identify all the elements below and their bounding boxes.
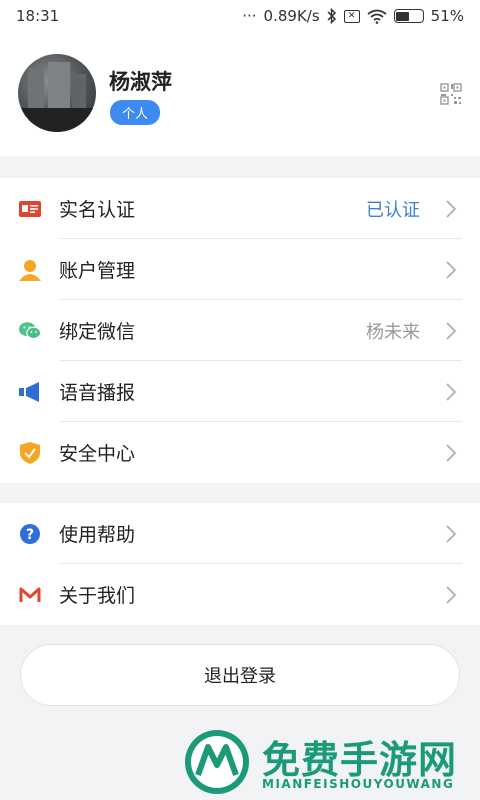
notification-dots: ···: [242, 7, 257, 25]
menu-row-help[interactable]: ? 使用帮助: [0, 503, 480, 564]
status-time: 18:31: [16, 7, 60, 25]
svg-text:?: ?: [26, 527, 34, 543]
menu-row-voice[interactable]: 语音播报: [0, 361, 480, 422]
wechat-bound-name: 杨未来: [366, 321, 420, 343]
chevron-right-icon: [446, 260, 457, 279]
chevron-right-icon: [446, 585, 457, 604]
settings-group-2: ? 使用帮助 关于我们: [0, 503, 480, 625]
settings-group-1: 实名认证 已认证 账户管理 绑定微信 杨未来 语音播报 安全中心: [0, 178, 480, 483]
chevron-right-icon: [446, 443, 457, 462]
chevron-right-icon: [446, 199, 457, 218]
profile-header[interactable]: 杨淑萍 个人: [0, 32, 480, 156]
verified-status: 已认证: [366, 199, 420, 221]
chevron-right-icon: [446, 321, 457, 340]
menu-label: 使用帮助: [59, 524, 136, 546]
chevron-right-icon: [446, 524, 457, 543]
chevron-right-icon: [446, 382, 457, 401]
wechat-icon: [19, 320, 41, 342]
menu-label: 账户管理: [59, 260, 136, 282]
menu-label: 实名认证: [59, 199, 136, 221]
id-card-icon: [19, 198, 41, 220]
account-type-badge: 个人: [110, 100, 161, 125]
menu-label: 安全中心: [59, 443, 136, 465]
watermark: 免费手游网 MIANFEISHOUYOUWANG: [184, 727, 474, 797]
watermark-subtitle: MIANFEISHOUYOUWANG: [262, 777, 455, 791]
user-name: 杨淑萍: [109, 70, 172, 94]
watermark-title: 免费手游网: [262, 737, 458, 782]
battery-icon: [393, 9, 424, 23]
menu-label: 绑定微信: [59, 321, 136, 343]
menu-row-account[interactable]: 账户管理: [0, 239, 480, 300]
wifi-icon: [367, 9, 387, 24]
menu-row-real-name[interactable]: 实名认证 已认证: [0, 178, 480, 239]
network-speed: 0.89K/s: [263, 7, 320, 25]
no-sim-icon: ✕: [343, 9, 360, 23]
user-icon: [19, 259, 41, 281]
help-icon: ?: [19, 523, 41, 545]
mail-m-icon: [19, 584, 41, 606]
menu-row-security[interactable]: 安全中心: [0, 422, 480, 483]
menu-label: 语音播报: [59, 382, 136, 404]
menu-row-about[interactable]: 关于我们: [0, 564, 480, 625]
logout-button[interactable]: 退出登录: [20, 644, 460, 706]
bluetooth-icon: [327, 8, 336, 24]
menu-label: 关于我们: [59, 585, 136, 607]
shield-icon: [19, 441, 41, 464]
qr-code-icon[interactable]: [440, 83, 462, 105]
avatar[interactable]: [18, 54, 96, 132]
status-bar: 18:31 ··· 0.89K/s ✕ 51%: [0, 0, 480, 32]
battery-percent: 51%: [430, 7, 464, 25]
speaker-icon: [19, 381, 41, 403]
menu-row-wechat[interactable]: 绑定微信 杨未来: [0, 300, 480, 361]
watermark-logo-icon: [185, 730, 249, 794]
